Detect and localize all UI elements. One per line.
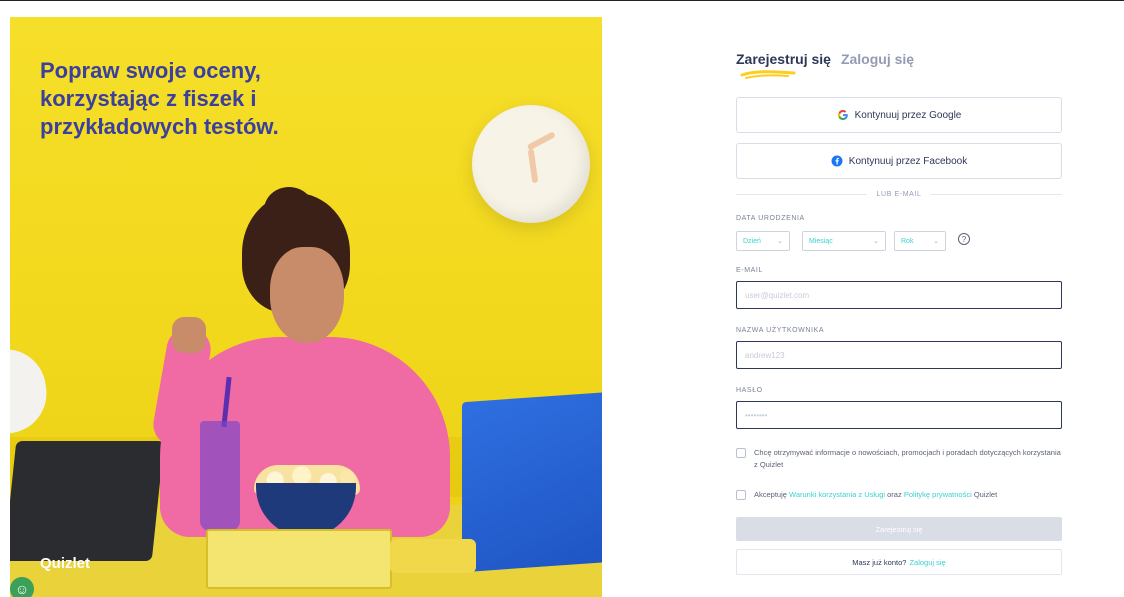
terms-consent-text: Akceptuję Warunki korzystania z Usługi o… (754, 489, 997, 501)
login-prompt-text: Masz już konto? (852, 557, 907, 567)
page-frame: Popraw swoje oceny, korzystając z fiszek… (0, 0, 1124, 597)
continue-with-google-button[interactable]: Kontynuuj przez Google (736, 97, 1062, 133)
continue-with-facebook-button[interactable]: Kontynuuj przez Facebook (736, 143, 1062, 179)
chevron-down-icon: ⌄ (777, 238, 783, 245)
auth-tabs: Zarejestruj się Zaloguj się (736, 37, 1062, 79)
tab-active-underline (740, 70, 796, 79)
person-fist (172, 317, 206, 353)
username-field[interactable]: andrew123 (736, 341, 1062, 369)
marketing-consent-row: Chcę otrzymywać informacje o nowościach,… (736, 447, 1062, 471)
birth-day-select[interactable]: Dzień ⌄ (736, 231, 790, 251)
username-label: NAZWA UŻYTKOWNIKA (736, 327, 825, 334)
stapler-image (390, 539, 476, 573)
or-email-divider: LUB E-MAIL (736, 191, 1062, 198)
email-label: E-MAIL (736, 267, 763, 274)
person-face (270, 247, 344, 343)
facebook-icon (831, 155, 843, 167)
wall-clock-image (472, 105, 590, 223)
signup-form: Zarejestruj się Zaloguj się Kontynuuj pr… (736, 37, 1062, 575)
login-link[interactable]: Zaloguj się (909, 558, 945, 567)
privacy-policy-link[interactable]: Politykę prywatności (904, 490, 972, 499)
terms-mid: oraz (885, 490, 904, 499)
cup-image (200, 421, 240, 531)
hero-panel: Popraw swoje oceny, korzystając z fiszek… (10, 17, 602, 597)
marketing-consent-text: Chcę otrzymywać informacje o nowościach,… (754, 448, 1061, 469)
birth-day-value: Dzień (743, 237, 761, 245)
terms-suffix: Quizlet (971, 490, 998, 499)
login-prompt: Masz już konto? Zaloguj się (736, 549, 1062, 575)
laptop-image (462, 391, 602, 573)
birth-year-value: Rok (901, 237, 914, 245)
quizlet-logo: Quizlet (40, 555, 91, 572)
password-label: HASŁO (736, 387, 763, 394)
email-field[interactable]: user@quizlet.com (736, 281, 1062, 309)
chevron-down-icon: ⌄ (873, 238, 879, 245)
birth-year-select[interactable]: Rok ⌄ (894, 231, 946, 251)
password-field[interactable]: •••••••• (736, 401, 1062, 429)
birth-month-select[interactable]: Miesiąc ⌄ (802, 231, 886, 251)
terms-of-service-link[interactable]: Warunki korzystania z Usługi (789, 490, 885, 499)
hero-headline: Popraw swoje oceny, korzystając z fiszek… (40, 58, 279, 139)
terms-prefix: Akceptuję (754, 490, 790, 499)
accessibility-icon[interactable]: ☺ (10, 577, 34, 597)
person-hair-bun (264, 187, 314, 233)
tab-signup[interactable]: Zarejestruj się (736, 51, 831, 79)
google-button-label: Kontynuuj przez Google (854, 109, 962, 121)
tab-login[interactable]: Zaloguj się (841, 51, 914, 67)
birth-month-value: Miesiąc (809, 237, 833, 245)
terms-consent-row: Akceptuję Warunki korzystania z Usługi o… (736, 489, 1062, 501)
marketing-consent-checkbox[interactable] (736, 448, 746, 458)
tab-signup-label: Zarejestruj się (736, 51, 831, 67)
chevron-down-icon: ⌄ (933, 238, 939, 245)
books-image (206, 529, 392, 589)
birthdate-label: DATA URODZENIA (736, 215, 805, 222)
google-icon (837, 109, 849, 121)
facebook-button-label: Kontynuuj przez Facebook (848, 155, 968, 167)
question-circle-icon[interactable]: ? (958, 233, 970, 245)
tablet-image (10, 441, 165, 561)
divider-label: LUB E-MAIL (876, 191, 922, 198)
lamp-image (10, 344, 52, 434)
terms-consent-checkbox[interactable] (736, 490, 746, 500)
signup-submit-button[interactable]: Zarejestruj się (736, 517, 1062, 541)
